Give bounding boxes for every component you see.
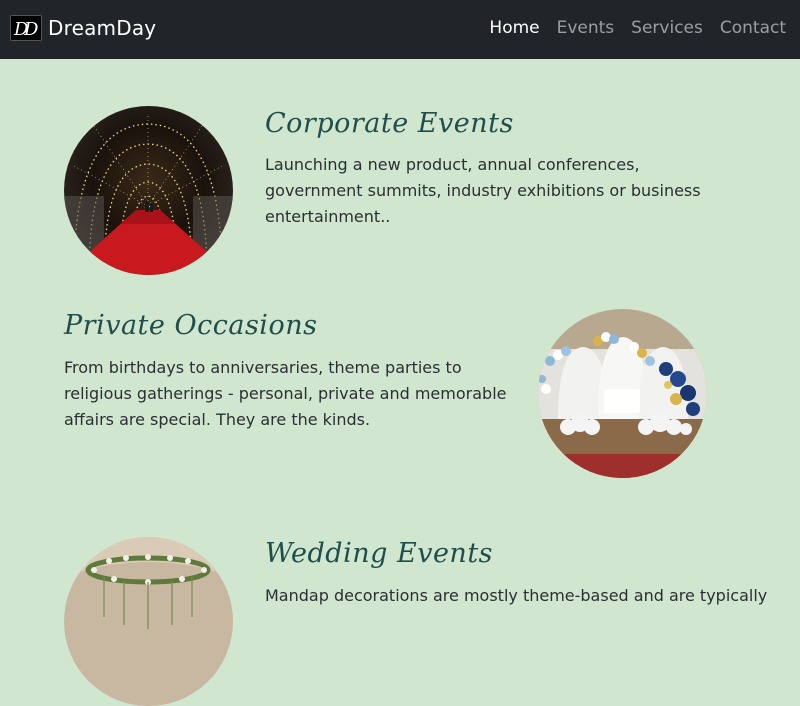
floral-mandap-image [64,537,233,706]
balloon-stage-decor-image [538,309,707,478]
nav-services[interactable]: Services [631,18,703,38]
top-navbar: D D DreamDay Home Events Services Contac… [0,0,800,59]
wedding-events-title: Wedding Events [265,538,494,569]
corporate-events-title: Corporate Events [265,108,514,139]
private-occasions-text: From birthdays to anniversaries, theme p… [64,358,507,429]
private-occasions-title: Private Occasions [64,310,318,341]
nav-home[interactable]: Home [489,18,539,38]
brand-name: DreamDay [48,16,157,40]
svg-text:D: D [23,19,39,40]
nav-events[interactable]: Events [557,18,615,38]
nav-links: Home Events Services Contact [489,18,786,38]
light-tunnel-red-carpet-image [64,106,233,275]
corporate-events-text: Launching a new product, annual conferen… [265,155,701,226]
brand-link[interactable]: D D DreamDay [10,15,156,41]
dd-monogram-icon: D D [10,15,42,41]
wedding-events-text: Mandap decorations are mostly theme-base… [265,586,768,605]
nav-contact[interactable]: Contact [720,18,786,38]
